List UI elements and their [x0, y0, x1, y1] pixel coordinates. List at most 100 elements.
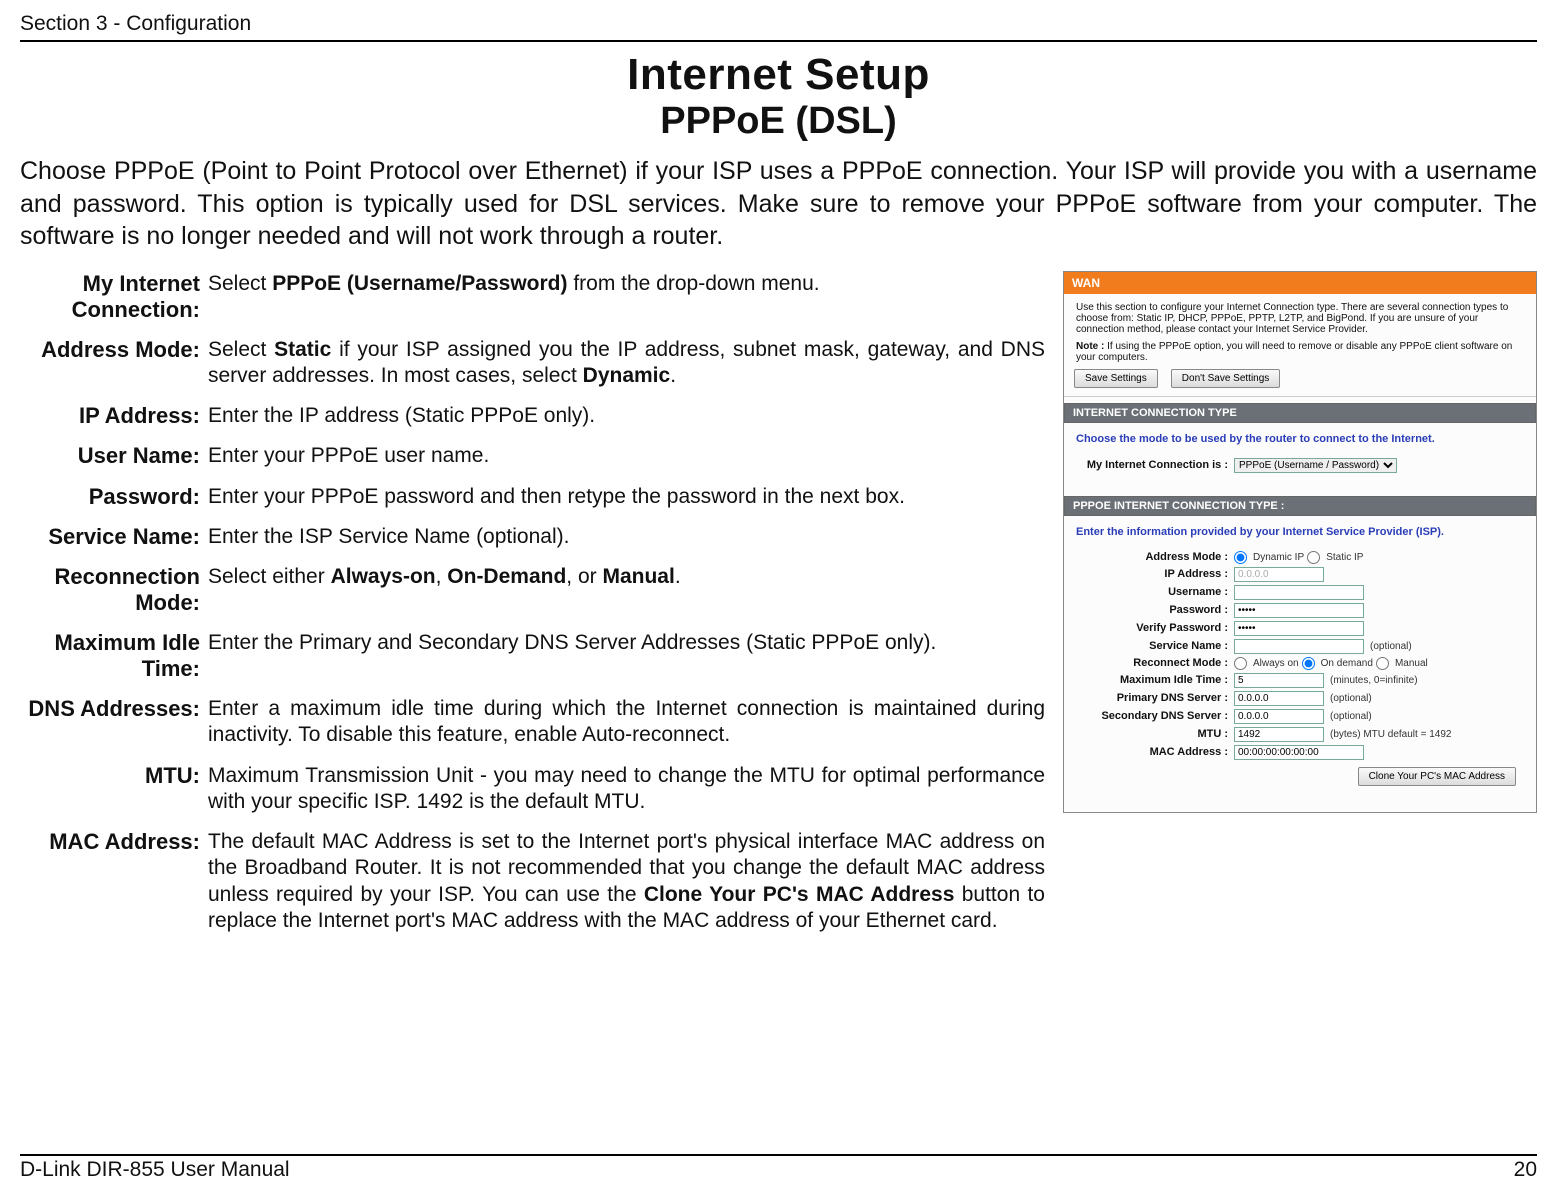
- desc-text: Select either Always-on, On-Demand, or M…: [208, 564, 1045, 630]
- service-name-label: Service Name :: [1074, 640, 1234, 652]
- desc-label: Address Mode:: [20, 337, 208, 404]
- clone-mac-button[interactable]: Clone Your PC's MAC Address: [1358, 767, 1516, 786]
- desc-label: DNS Addresses:: [20, 696, 208, 763]
- dynamic-ip-option: Dynamic IP: [1253, 552, 1304, 563]
- table-row: User Name: Enter your PPPoE user name.: [20, 443, 1045, 483]
- table-row: IP Address: Enter the IP address (Static…: [20, 403, 1045, 443]
- form-row: IP Address :: [1074, 567, 1526, 582]
- text-bold: PPPoE (Username/Password): [272, 272, 567, 295]
- ip-address-input[interactable]: [1234, 567, 1324, 582]
- desc-text: Maximum Transmission Unit - you may need…: [208, 763, 1045, 830]
- optional-label: (optional): [1330, 711, 1372, 722]
- save-settings-button[interactable]: Save Settings: [1074, 369, 1158, 388]
- form-row: MTU : (bytes) MTU default = 1492: [1074, 727, 1526, 742]
- table-row: DNS Addresses: Enter a maximum idle time…: [20, 696, 1045, 763]
- desc-text: Enter the Primary and Secondary DNS Serv…: [208, 630, 1045, 696]
- desc-text: Select Static if your ISP assigned you t…: [208, 337, 1045, 404]
- form-row: Primary DNS Server : (optional): [1074, 691, 1526, 706]
- form-row: Password :: [1074, 603, 1526, 618]
- ip-address-label: IP Address :: [1074, 568, 1234, 580]
- service-name-input[interactable]: [1234, 639, 1364, 654]
- secondary-dns-input[interactable]: [1234, 709, 1324, 724]
- desc-label: MAC Address:: [20, 829, 208, 948]
- note-text: If using the PPPoE option, you will need…: [1076, 341, 1512, 363]
- optional-label: (optional): [1330, 693, 1372, 704]
- header-divider: [20, 40, 1537, 42]
- table-row: Maximum Idle Time: Enter the Primary and…: [20, 630, 1045, 696]
- always-on-radio[interactable]: [1234, 657, 1247, 670]
- desc-label: Reconnection Mode:: [20, 564, 208, 630]
- mac-address-input[interactable]: [1234, 745, 1364, 760]
- desc-text: Select PPPoE (Username/Password) from th…: [208, 271, 1045, 337]
- section-header: Section 3 - Configuration: [20, 12, 251, 36]
- form-row: MAC Address :: [1074, 745, 1526, 760]
- static-ip-radio[interactable]: [1307, 551, 1320, 564]
- reconnect-mode-label: Reconnect Mode :: [1074, 657, 1234, 669]
- idle-note: (minutes, 0=infinite): [1330, 675, 1418, 686]
- page-number: 20: [1514, 1158, 1537, 1182]
- manual-option: Manual: [1395, 658, 1428, 669]
- form-row: Address Mode : Dynamic IP Static IP: [1074, 551, 1526, 564]
- text-span: from the drop-down menu.: [567, 272, 819, 295]
- desc-label: Password:: [20, 484, 208, 524]
- description-table: My Internet Connection: Select PPPoE (Us…: [20, 271, 1045, 949]
- primary-dns-input[interactable]: [1234, 691, 1324, 706]
- table-row: Service Name: Enter the ISP Service Name…: [20, 524, 1045, 564]
- wan-note: Note : If using the PPPoE option, you wi…: [1076, 341, 1526, 363]
- table-row: My Internet Connection: Select PPPoE (Us…: [20, 271, 1045, 337]
- connection-type-desc: Choose the mode to be used by the router…: [1074, 429, 1526, 455]
- desc-text: Enter the ISP Service Name (optional).: [208, 524, 1045, 564]
- my-connection-label: My Internet Connection is :: [1074, 459, 1234, 471]
- intro-paragraph: Choose PPPoE (Point to Point Protocol ov…: [20, 155, 1537, 253]
- max-idle-input[interactable]: [1234, 673, 1324, 688]
- connection-type-bar: INTERNET CONNECTION TYPE: [1064, 403, 1536, 423]
- pppoe-bar: PPPOE INTERNET CONNECTION TYPE :: [1064, 496, 1536, 516]
- form-row: Reconnect Mode : Always on On demand Man…: [1074, 657, 1526, 670]
- table-row: MAC Address: The default MAC Address is …: [20, 829, 1045, 948]
- page-subtitle: PPPoE (DSL): [20, 100, 1537, 143]
- form-row: My Internet Connection is : PPPoE (Usern…: [1074, 458, 1526, 473]
- page-title: Internet Setup: [20, 50, 1537, 100]
- form-row: Verify Password :: [1074, 621, 1526, 636]
- desc-text: The default MAC Address is set to the In…: [208, 829, 1045, 948]
- dont-save-settings-button[interactable]: Don't Save Settings: [1171, 369, 1281, 388]
- mtu-input[interactable]: [1234, 727, 1324, 742]
- note-label: Note :: [1076, 341, 1104, 352]
- verify-password-input[interactable]: [1234, 621, 1364, 636]
- verify-password-label: Verify Password :: [1074, 622, 1234, 634]
- username-input[interactable]: [1234, 585, 1364, 600]
- max-idle-label: Maximum Idle Time :: [1074, 674, 1234, 686]
- form-row: Secondary DNS Server : (optional): [1074, 709, 1526, 724]
- my-connection-select[interactable]: PPPoE (Username / Password): [1234, 458, 1397, 473]
- optional-label: (optional): [1370, 641, 1412, 652]
- wan-header: WAN: [1064, 272, 1536, 294]
- dynamic-ip-radio[interactable]: [1234, 551, 1247, 564]
- pppoe-desc: Enter the information provided by your I…: [1074, 522, 1526, 548]
- desc-label: Maximum Idle Time:: [20, 630, 208, 696]
- static-ip-option: Static IP: [1326, 552, 1363, 563]
- desc-label: IP Address:: [20, 403, 208, 443]
- on-demand-radio[interactable]: [1302, 657, 1315, 670]
- desc-label: MTU:: [20, 763, 208, 830]
- username-label: Username :: [1074, 586, 1234, 598]
- table-row: Address Mode: Select Static if your ISP …: [20, 337, 1045, 404]
- password-label: Password :: [1074, 604, 1234, 616]
- primary-dns-label: Primary DNS Server :: [1074, 692, 1234, 704]
- always-on-option: Always on: [1253, 658, 1299, 669]
- mtu-note: (bytes) MTU default = 1492: [1330, 729, 1451, 740]
- desc-text: Enter a maximum idle time during which t…: [208, 696, 1045, 763]
- mac-address-label: MAC Address :: [1074, 746, 1234, 758]
- desc-text: Enter your PPPoE password and then retyp…: [208, 484, 1045, 524]
- desc-label: My Internet Connection:: [20, 271, 208, 337]
- desc-label: Service Name:: [20, 524, 208, 564]
- manual-radio[interactable]: [1376, 657, 1389, 670]
- table-row: Reconnection Mode: Select either Always-…: [20, 564, 1045, 630]
- desc-text: Enter your PPPoE user name.: [208, 443, 1045, 483]
- footer-divider: [20, 1154, 1537, 1156]
- table-row: MTU: Maximum Transmission Unit - you may…: [20, 763, 1045, 830]
- desc-label: User Name:: [20, 443, 208, 483]
- text-span: Select: [208, 272, 272, 295]
- password-input[interactable]: [1234, 603, 1364, 618]
- secondary-dns-label: Secondary DNS Server :: [1074, 710, 1234, 722]
- desc-text: Enter the IP address (Static PPPoE only)…: [208, 403, 1045, 443]
